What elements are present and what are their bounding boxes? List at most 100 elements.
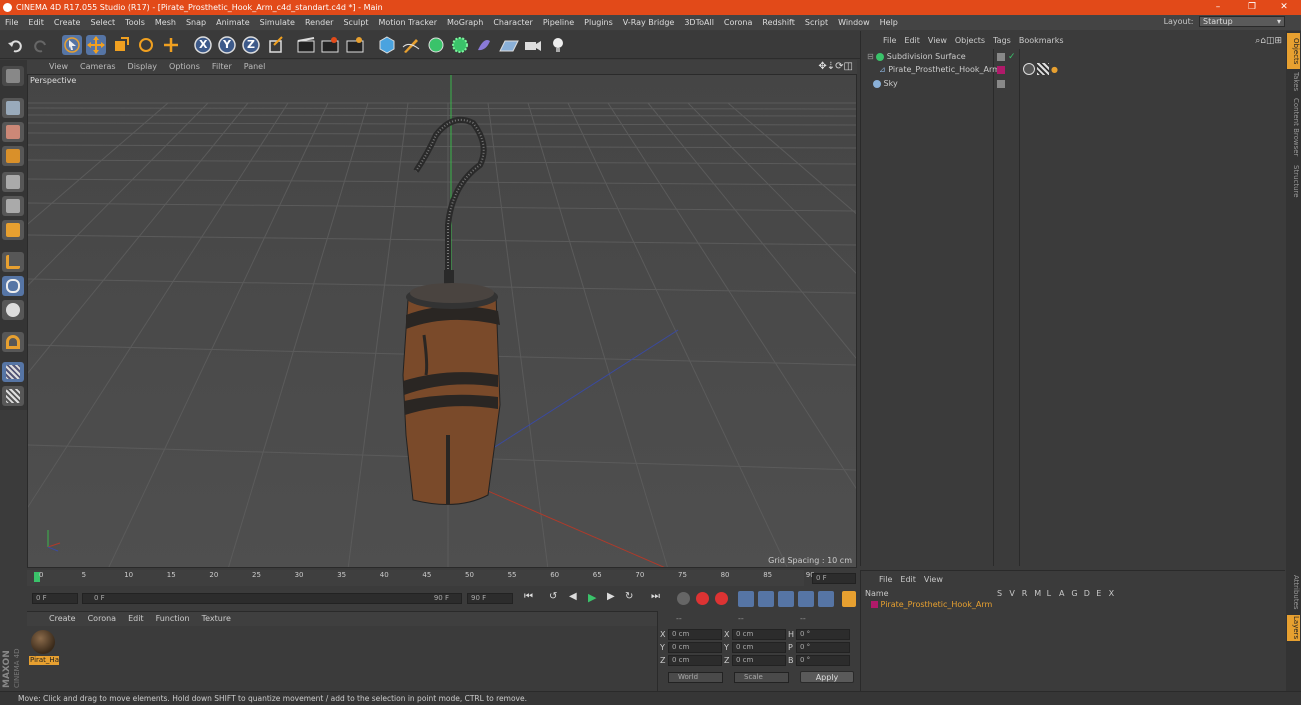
- menu-sculpt[interactable]: Sculpt: [338, 15, 373, 30]
- camera-object-button[interactable]: [523, 35, 543, 55]
- object-menu-edit[interactable]: Edit: [900, 34, 924, 48]
- layer-row[interactable]: Pirate_Prosthetic_Hook_Arm: [871, 599, 992, 610]
- play-button[interactable]: ▶: [588, 591, 602, 605]
- menu-tools[interactable]: Tools: [120, 15, 150, 30]
- object-menu-bookmarks[interactable]: Bookmarks: [1015, 34, 1068, 48]
- material-tag-icon[interactable]: [1023, 63, 1035, 75]
- menu-mograph[interactable]: MoGraph: [442, 15, 488, 30]
- previous-frame-button[interactable]: ◀: [569, 591, 583, 605]
- coordinate-system-button[interactable]: [266, 35, 286, 55]
- layer-menu-file[interactable]: File: [879, 575, 892, 584]
- object-menu-file[interactable]: File: [879, 34, 900, 48]
- render-view-button[interactable]: [296, 35, 316, 55]
- coord-value-field[interactable]: 0 cm: [668, 642, 722, 653]
- autokey-button[interactable]: [715, 592, 728, 605]
- menu-animate[interactable]: Animate: [211, 15, 255, 30]
- coord-value-field[interactable]: 0 °: [796, 655, 850, 666]
- visibility-toggle[interactable]: [997, 80, 1005, 88]
- layout-dropdown[interactable]: Startup ▾: [1199, 16, 1285, 27]
- phong-tag-icon[interactable]: ●: [1051, 65, 1058, 74]
- go-to-start-button[interactable]: ⏮: [524, 591, 538, 605]
- coord-value-field[interactable]: 0 cm: [732, 642, 786, 653]
- object-row-subdivision[interactable]: ⊟ Subdivision Surface: [867, 50, 966, 63]
- array-object-button[interactable]: [450, 35, 470, 55]
- model-mode-button[interactable]: [2, 98, 24, 118]
- menu-simulate[interactable]: Simulate: [255, 15, 300, 30]
- live-selection-button[interactable]: [62, 35, 82, 55]
- snap-button[interactable]: [2, 332, 24, 352]
- object-row-sky[interactable]: Sky: [873, 77, 898, 90]
- menu-file[interactable]: File: [0, 15, 23, 30]
- tab-attributes[interactable]: Attributes: [1287, 571, 1300, 613]
- coord-value-field[interactable]: 0 °: [796, 642, 850, 653]
- render-picture-viewer-button[interactable]: [320, 35, 340, 55]
- timeline-ruler[interactable]: 0 5 10 15 20 25 30 35 40 45 50 55 60 65 70 75 80 85 90 0 F: [27, 570, 857, 586]
- menu-edit[interactable]: Edit: [23, 15, 49, 30]
- axis-mode-button[interactable]: [2, 252, 24, 272]
- viewport-menu-panel[interactable]: Panel: [238, 60, 272, 74]
- menu-pipeline[interactable]: Pipeline: [538, 15, 579, 30]
- floor-object-button[interactable]: [499, 35, 519, 55]
- key-position-button[interactable]: [738, 591, 754, 607]
- menu-window[interactable]: Window: [833, 15, 875, 30]
- viewport-menu-options[interactable]: Options: [163, 60, 206, 74]
- object-manager-nav-icons[interactable]: ⌕⌂◫⊞: [1255, 34, 1282, 48]
- transform-tool-button[interactable]: [161, 35, 181, 55]
- coord-value-field[interactable]: 0 cm: [668, 655, 722, 666]
- pen-spline-button[interactable]: [401, 35, 421, 55]
- menu-script[interactable]: Script: [800, 15, 833, 30]
- locked-workplane-button[interactable]: [2, 386, 24, 406]
- z-axis-lock-button[interactable]: Z: [241, 35, 261, 55]
- menu-help[interactable]: Help: [875, 15, 903, 30]
- next-frame-button[interactable]: ▶: [607, 591, 621, 605]
- object-row-hook-arm[interactable]: ⊿ Pirate_Prosthetic_Hook_Arm: [879, 63, 1000, 76]
- menu-redshift[interactable]: Redshift: [757, 15, 799, 30]
- layer-column-header[interactable]: X: [1109, 589, 1114, 598]
- coord-value-field[interactable]: 0 cm: [732, 655, 786, 666]
- tweak-mode-button[interactable]: [2, 276, 24, 296]
- coord-value-field[interactable]: 0 cm: [668, 629, 722, 640]
- next-key-button[interactable]: ↻: [625, 591, 639, 605]
- coord-value-field[interactable]: 0 °: [796, 629, 850, 640]
- timeline-track[interactable]: [27, 570, 804, 586]
- current-frame-field[interactable]: 0 F: [812, 573, 856, 584]
- world-dropdown[interactable]: World: [668, 672, 723, 683]
- layer-column-header[interactable]: D: [1084, 589, 1090, 598]
- texture-tag-icon[interactable]: [1037, 63, 1049, 75]
- workplane-button[interactable]: [2, 362, 24, 382]
- redo-button[interactable]: [30, 35, 50, 55]
- coord-value-field[interactable]: 0 cm: [732, 629, 786, 640]
- frame-range-slider[interactable]: 0 F 90 F: [82, 593, 462, 604]
- menu-corona[interactable]: Corona: [719, 15, 757, 30]
- menu-render[interactable]: Render: [300, 15, 338, 30]
- layer-menu-edit[interactable]: Edit: [900, 575, 916, 584]
- viewport-nav-icons[interactable]: ✥⇣⟳◫: [818, 60, 853, 74]
- layer-menu-view[interactable]: View: [924, 575, 943, 584]
- material-swatch[interactable]: Pirat_Ha: [29, 629, 59, 665]
- move-tool-button[interactable]: [86, 35, 106, 55]
- menu-mesh[interactable]: Mesh: [150, 15, 181, 30]
- scale-dropdown[interactable]: Scale: [734, 672, 789, 683]
- start-frame-field[interactable]: 0 F: [32, 593, 78, 604]
- viewport-menu-display[interactable]: Display: [122, 60, 164, 74]
- undo-button[interactable]: [6, 35, 26, 55]
- layer-column-header[interactable]: L: [1047, 589, 1051, 598]
- visibility-toggle[interactable]: [997, 53, 1005, 61]
- layer-column-header[interactable]: A: [1059, 589, 1064, 598]
- material-menu-corona[interactable]: Corona: [82, 612, 122, 626]
- object-menu-view[interactable]: View: [924, 34, 951, 48]
- perspective-viewport[interactable]: Perspective Grid Spacing : 10 cm: [27, 74, 857, 568]
- layer-column-header[interactable]: E: [1096, 589, 1101, 598]
- menu-character[interactable]: Character: [488, 15, 538, 30]
- viewport-menu-cameras[interactable]: Cameras: [74, 60, 122, 74]
- layer-column-header[interactable]: S: [997, 589, 1002, 598]
- y-axis-lock-button[interactable]: Y: [217, 35, 237, 55]
- menu-create[interactable]: Create: [49, 15, 86, 30]
- tab-layers[interactable]: Layers: [1287, 615, 1300, 641]
- render-settings-button[interactable]: [345, 35, 365, 55]
- checkmark-icon[interactable]: ✓: [1008, 52, 1016, 62]
- key-parameter-button[interactable]: [798, 591, 814, 607]
- close-button[interactable]: ✕: [1269, 0, 1299, 15]
- make-editable-button[interactable]: [2, 66, 24, 86]
- menu-select[interactable]: Select: [85, 15, 120, 30]
